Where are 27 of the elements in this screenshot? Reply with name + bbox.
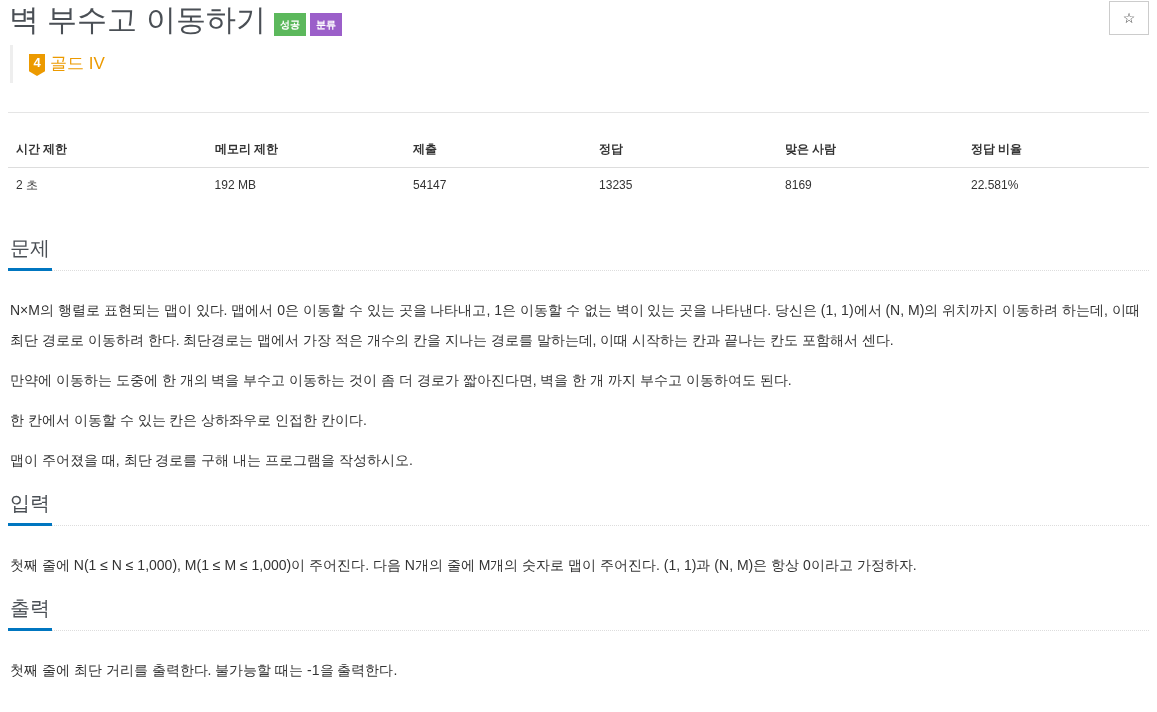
column-header: 메모리 제한 [206, 132, 406, 168]
section-heading: 문제 [8, 234, 52, 271]
status-label: 분류 [309, 12, 342, 36]
column-header: 시간 제한 [8, 132, 207, 168]
tier-badge: 4 [29, 54, 45, 76]
section-heading: 입력 [8, 489, 52, 526]
column-header: 정답 [591, 132, 778, 168]
paragraph: 맵이 주어졌을 때, 최단 경로를 구해 내는 프로그램을 작성하시오. [10, 451, 414, 470]
problem-title: 벽 부수고 이동하기 [9, 2, 266, 38]
table-cell: 2 초 [8, 167, 207, 202]
star-button[interactable]: ☆ [1109, 1, 1149, 35]
paragraph: 첫째 줄에 N(1 ≤ N ≤ 1,000), M(1 ≤ M ≤ 1,000)이 주어진다. 다음 N개의 줄에 M개의 숫자로 맵이 주어진다. (1, 1)과 (N, M)은 항상 0이라고 가정하자. [10, 556, 918, 575]
column-header: 제출 [405, 132, 592, 168]
table-cell: 54147 [405, 167, 592, 202]
section-heading: 출력 [8, 594, 52, 631]
paragraph: 한 칸에서 이동할 수 있는 칸은 상하좌우로 인접한 칸이다. [10, 411, 368, 430]
column-header: 맞은 사람 [777, 132, 963, 168]
table-cell: 22.581% [963, 167, 1149, 202]
paragraph: 만약에 이동하는 도중에 한 개의 벽을 부수고 이동하는 것이 좀 더 경로가 짧아진다면, 벽을 한 개 까지 부수고 이동하여도 된다. [10, 371, 793, 390]
tier-label: 골드 IV [50, 53, 105, 75]
column-header: 정답 비율 [963, 132, 1149, 168]
paragraph: N×M의 행렬로 표현되는 맵이 있다. 맵에서 0은 이동할 수 있는 곳을 나타내고, 1은 이동할 수 없는 벽이 있는 곳을 나타낸다. 당신은 (1, 1)에서 (N, M)의 위치까지 이동하려 하는데, 이때 최단 경로로 이동하려 한다. 최단경로는 맵에서 가장 적은 개수의 칸을 지나는 경로를 말하는데, 이때 시작하는 칸과 끝나는 칸도 포함해서 센다. [10, 301, 1141, 350]
table-cell: 13235 [591, 167, 778, 202]
table-cell: 192 MB [206, 167, 406, 202]
status-label: 성공 [273, 12, 306, 36]
table-cell: 8169 [777, 167, 963, 202]
paragraph: 첫째 줄에 최단 거리를 출력한다. 불가능할 때는 -1을 출력한다. [10, 661, 399, 680]
